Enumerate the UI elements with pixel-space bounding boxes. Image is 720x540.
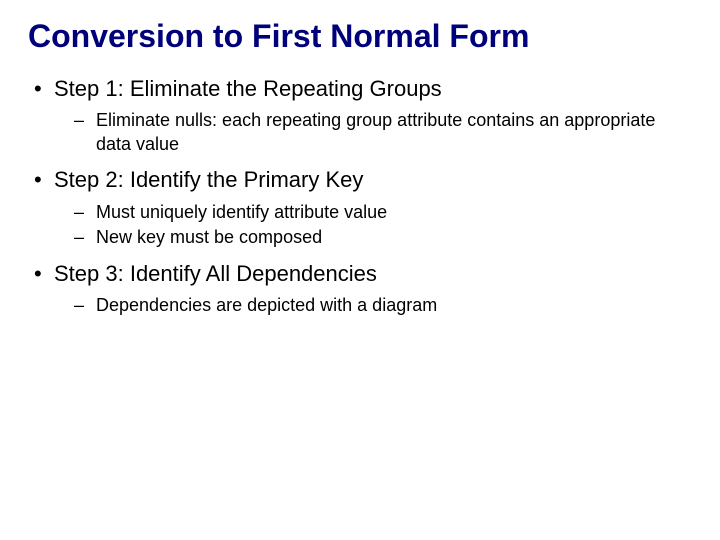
sub-list-3: Dependencies are depicted with a diagram <box>54 294 692 317</box>
bullet-step2: Step 2: Identify the Primary Key Must un… <box>54 166 692 249</box>
sub-list-1: Eliminate nulls: each repeating group at… <box>54 109 692 156</box>
bullet-step1: Step 1: Eliminate the Repeating Groups E… <box>54 75 692 156</box>
bullet-step3: Step 3: Identify All Dependencies Depend… <box>54 260 692 318</box>
bullet-step2-text: Step 2: Identify the Primary Key <box>54 167 363 192</box>
bullet-step1-text: Step 1: Eliminate the Repeating Groups <box>54 76 442 101</box>
sub-bullet: New key must be composed <box>96 226 692 249</box>
slide-title: Conversion to First Normal Form <box>28 18 692 55</box>
bullet-list: Step 1: Eliminate the Repeating Groups E… <box>28 75 692 318</box>
sub-bullet: Dependencies are depicted with a diagram <box>96 294 692 317</box>
sub-bullet: Eliminate nulls: each repeating group at… <box>96 109 692 156</box>
sub-list-2: Must uniquely identify attribute value N… <box>54 201 692 250</box>
sub-bullet: Must uniquely identify attribute value <box>96 201 692 224</box>
slide-container: Conversion to First Normal Form Step 1: … <box>0 0 720 540</box>
bullet-step3-text: Step 3: Identify All Dependencies <box>54 261 377 286</box>
